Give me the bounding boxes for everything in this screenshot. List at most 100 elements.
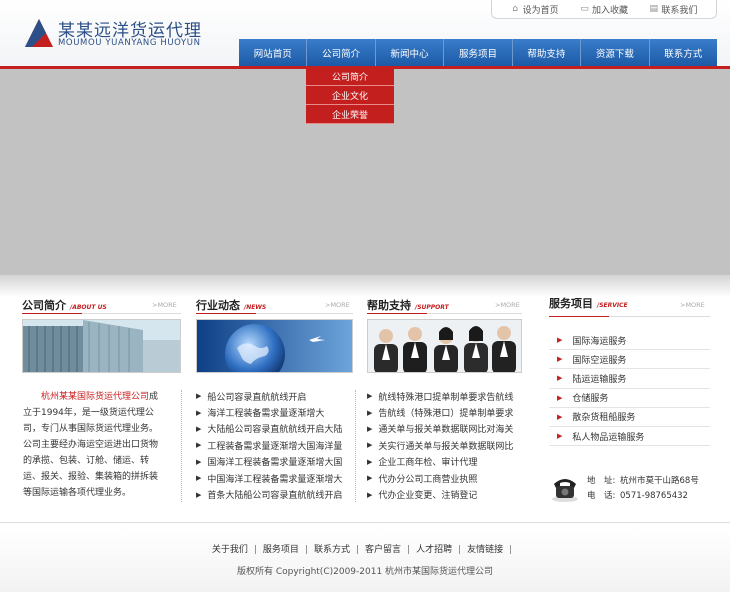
nav-downloads[interactable]: 资源下载 bbox=[581, 39, 650, 66]
about-company-name[interactable]: 杭州某某国际货运代理公司 bbox=[41, 392, 149, 402]
support-list: ▶ 航线特殊港口提单制单要求告航线 ▶ 告航线（特殊港口）提单制单要求 ▶ 通关单与报… bbox=[367, 388, 517, 503]
top-links: ⌂ 设为首页 ▭ 加入收藏 ▤ 联系我们 bbox=[491, 0, 717, 19]
telephone-icon bbox=[552, 479, 578, 502]
service-item[interactable]: ▶ 散杂货租船服务 bbox=[549, 408, 710, 427]
contact-address: 地 址: 杭州市莫干山路68号 bbox=[587, 474, 699, 486]
arrow-right-icon: ▶ bbox=[557, 432, 563, 441]
about-title: 公司简介 bbox=[22, 299, 66, 312]
support-title: 帮助支持 bbox=[367, 299, 411, 312]
news-item[interactable]: ▶ 国海洋工程装备需求量逐渐增大国 bbox=[196, 454, 346, 470]
about-text: 杭州某某国际货运代理公司成立于1994年，是一级货运代理公司，专门从事国际货运代… bbox=[23, 389, 163, 501]
news-more-link[interactable]: >MORE bbox=[325, 301, 350, 309]
news-item-title: 船公司容录直航航线开启 bbox=[207, 392, 307, 403]
support-item[interactable]: ▶ 代办分公司工商营业执照 bbox=[367, 470, 517, 486]
service-item-label: 散杂货租船服务 bbox=[572, 413, 636, 424]
column-divider bbox=[355, 390, 356, 502]
address-label: 地 址: bbox=[587, 476, 616, 486]
news-item-title: 中国海洋工程装备需求量逐渐增大 bbox=[207, 474, 343, 485]
news-item-title: 大陆船公司容录直航航线开启大陆 bbox=[207, 425, 343, 436]
news-item-title: 首条大陆船公司容录直航航线开启 bbox=[207, 491, 343, 502]
logo-name-en: MOUMOU YUANYANG HUOYUN bbox=[58, 38, 201, 48]
arrow-right-icon: ▶ bbox=[557, 393, 563, 402]
news-item-title: 海洋工程装备需求量逐渐增大 bbox=[207, 409, 325, 420]
service-item-label: 私人物品运输服务 bbox=[572, 432, 645, 443]
support-item-title: 航线特殊港口提单制单要求告航线 bbox=[378, 392, 514, 403]
services-subtitle: /SERVICE bbox=[597, 302, 628, 309]
address-value: 杭州市莫干山路68号 bbox=[620, 476, 699, 486]
footer-link-guestbook[interactable]: 客户留言 bbox=[365, 545, 401, 555]
dropdown-item-honors[interactable]: 企业荣誉 bbox=[306, 105, 394, 124]
support-item-title: 代办企业变更、注销登记 bbox=[378, 491, 478, 502]
add-favorite-link[interactable]: ▭ 加入收藏 bbox=[580, 3, 628, 16]
support-item[interactable]: ▶ 企业工商年检、审计代理 bbox=[367, 454, 517, 470]
support-underline bbox=[367, 313, 522, 314]
site-footer: 关于我们 | 服务项目 | 联系方式 | 客户留言 | 人才招聘 | 友情链接 | 版权所有 Copy… bbox=[0, 522, 730, 592]
dropdown-item-profile[interactable]: 公司简介 bbox=[306, 67, 394, 86]
news-globe-image bbox=[196, 319, 353, 373]
set-homepage-link[interactable]: ⌂ 设为首页 bbox=[511, 3, 559, 16]
nav-support[interactable]: 帮助支持 bbox=[512, 39, 582, 66]
news-item[interactable]: ▶ 海洋工程装备需求量逐渐增大 bbox=[196, 404, 346, 420]
nav-news[interactable]: 新闻中心 bbox=[375, 39, 445, 66]
footer-link-jobs[interactable]: 人才招聘 bbox=[416, 545, 452, 555]
services-title: 服务项目 bbox=[549, 297, 593, 310]
support-more-link[interactable]: >MORE bbox=[495, 301, 520, 309]
news-item[interactable]: ▶ 工程装备需求量逐渐增大国海洋量 bbox=[196, 437, 346, 453]
service-item-label: 国际海运服务 bbox=[572, 336, 627, 347]
logo-mark-icon bbox=[25, 19, 53, 47]
support-section-title: 帮助支持 /SUPPORT bbox=[367, 297, 449, 312]
news-title: 行业动态 bbox=[196, 299, 240, 312]
arrow-right-icon: ▶ bbox=[557, 336, 563, 345]
support-item-title: 企业工商年检、审计代理 bbox=[378, 458, 478, 469]
nav-about[interactable]: 公司简介 bbox=[307, 39, 376, 66]
nav-services[interactable]: 服务项目 bbox=[444, 39, 513, 66]
footer-link-contact[interactable]: 联系方式 bbox=[314, 545, 350, 555]
service-item[interactable]: ▶ 国际海运服务 bbox=[549, 331, 710, 351]
about-more-link[interactable]: >MORE bbox=[152, 301, 177, 309]
news-item[interactable]: ▶ 船公司容录直航航线开启 bbox=[196, 388, 346, 404]
folder-icon: ▭ bbox=[580, 3, 589, 14]
contact-us-link[interactable]: ▤ 联系我们 bbox=[649, 3, 698, 16]
service-item-label: 国际空运服务 bbox=[572, 355, 627, 366]
support-subtitle: /SUPPORT bbox=[415, 304, 449, 311]
news-item[interactable]: ▶ 首条大陆船公司容录直航航线开启 bbox=[196, 486, 346, 502]
about-underline bbox=[22, 313, 181, 314]
news-item[interactable]: ▶ 中国海洋工程装备需求量逐渐增大 bbox=[196, 470, 346, 486]
nav-contact[interactable]: 联系方式 bbox=[649, 39, 717, 66]
support-item-title: 代办分公司工商营业执照 bbox=[378, 474, 478, 485]
set-homepage-label: 设为首页 bbox=[522, 5, 559, 16]
support-item[interactable]: ▶ 关实行通关单与报关单数据联网比 bbox=[367, 437, 517, 453]
copyright-text: 版权所有 Copyright(C)2009-2011 杭州市某国际货运代理公司 bbox=[236, 567, 494, 577]
service-item-label: 仓储服务 bbox=[572, 394, 609, 405]
service-item-label: 陆运运输服务 bbox=[572, 374, 627, 385]
services-more-link[interactable]: >MORE bbox=[680, 301, 705, 309]
service-item[interactable]: ▶ 国际空运服务 bbox=[549, 350, 710, 370]
service-item[interactable]: ▶ 陆运运输服务 bbox=[549, 369, 710, 389]
news-subtitle: /NEWS bbox=[244, 304, 267, 311]
support-item-title: 通关单与报关单数据联网比对海关 bbox=[378, 425, 514, 436]
about-building-image bbox=[22, 319, 181, 373]
site-logo[interactable]: 某某远洋货运代理 MOUMOU YUANYANG HUOYUN bbox=[24, 14, 214, 54]
about-section-title: 公司简介 /ABOUT US bbox=[22, 297, 107, 312]
dropdown-item-culture[interactable]: 企业文化 bbox=[306, 86, 394, 105]
services-list: ▶ 国际海运服务 ▶ 国际空运服务 ▶ 陆运运输服务 ▶ 仓储服务 ▶ 散杂货租船服务 ▶… bbox=[549, 331, 710, 447]
service-item[interactable]: ▶ 仓储服务 bbox=[549, 389, 710, 408]
support-item[interactable]: ▶ 告航线（特殊港口）提单制单要求 bbox=[367, 404, 517, 420]
service-item[interactable]: ▶ 私人物品运输服务 bbox=[549, 427, 710, 447]
footer-link-about[interactable]: 关于我们 bbox=[212, 545, 248, 555]
add-favorite-label: 加入收藏 bbox=[591, 5, 628, 16]
news-section-title: 行业动态 /NEWS bbox=[196, 297, 267, 312]
footer-link-services[interactable]: 服务项目 bbox=[263, 545, 299, 555]
nav-home[interactable]: 网站首页 bbox=[239, 39, 308, 66]
news-item[interactable]: ▶ 大陆船公司容录直航航线开启大陆 bbox=[196, 421, 346, 437]
support-item[interactable]: ▶ 航线特殊港口提单制单要求告航线 bbox=[367, 388, 517, 404]
support-item[interactable]: ▶ 代办企业变更、注销登记 bbox=[367, 486, 517, 502]
news-list: ▶ 船公司容录直航航线开启 ▶ 海洋工程装备需求量逐渐增大 ▶ 大陆船公司容录直航航线… bbox=[196, 388, 346, 503]
footer-link-friends[interactable]: 友情链接 bbox=[467, 545, 503, 555]
support-item[interactable]: ▶ 通关单与报关单数据联网比对海关 bbox=[367, 421, 517, 437]
about-dropdown-menu: 公司简介 企业文化 企业荣誉 bbox=[306, 67, 394, 124]
contact-icon: ▤ bbox=[649, 3, 659, 14]
news-item-title: 国海洋工程装备需求量逐渐增大国 bbox=[207, 458, 343, 469]
support-item-title: 告航线（特殊港口）提单制单要求 bbox=[378, 409, 514, 420]
support-team-image bbox=[367, 319, 522, 373]
